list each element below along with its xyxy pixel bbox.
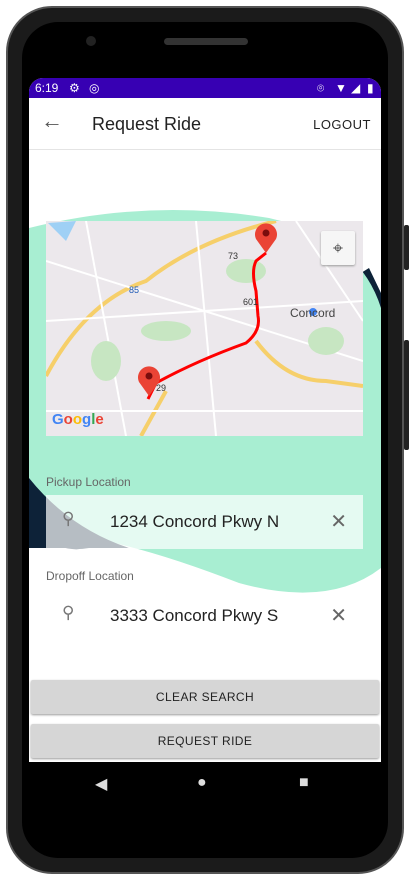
pickup-input[interactable]: ⚲ 1234 Concord Pkwy N ✕: [46, 495, 363, 549]
front-camera: [86, 36, 96, 46]
google-logo: Google: [52, 411, 104, 428]
route-601-label: 601: [243, 297, 258, 307]
system-nav-bar: ◀ ● ■: [29, 762, 381, 806]
request-ride-button[interactable]: REQUEST RIDE: [31, 724, 379, 758]
route-73-label: 73: [228, 251, 238, 261]
search-icon: ⚲: [62, 509, 75, 528]
route-85-label: 85: [129, 285, 139, 295]
clear-search-button[interactable]: CLEAR SEARCH: [31, 680, 379, 714]
map-view[interactable]: Concord 73 85 601 29 ⌖ Google: [46, 221, 363, 436]
screen: 6:19 ⚙ ◎ ⌾ ▼ ◢ ▮ ← Request Ride LOGOUT C…: [29, 78, 381, 762]
home-nav-icon[interactable]: ●: [197, 774, 207, 792]
dropoff-input[interactable]: ⚲ 3333 Concord Pkwy S ✕: [46, 589, 363, 643]
pickup-label: Pickup Location: [46, 475, 131, 489]
my-location-button[interactable]: ⌖: [321, 231, 355, 265]
clear-pickup-icon[interactable]: ✕: [330, 509, 347, 534]
back-nav-icon[interactable]: ◀: [95, 774, 107, 794]
dropoff-label: Dropoff Location: [46, 569, 134, 583]
parks: [91, 259, 344, 381]
city-label: Concord: [290, 306, 335, 320]
clear-dropoff-icon[interactable]: ✕: [330, 603, 347, 628]
recents-nav-icon[interactable]: ■: [299, 774, 309, 792]
map-roads: Concord 73 85 601 29: [46, 221, 363, 436]
power-button: [404, 340, 409, 450]
volume-button: [404, 225, 409, 270]
speaker: [164, 38, 248, 45]
dropoff-value: 3333 Concord Pkwy S: [110, 606, 279, 625]
route-29-label: 29: [156, 383, 166, 393]
search-icon: ⚲: [62, 603, 75, 622]
pickup-value: 1234 Concord Pkwy N: [110, 512, 280, 531]
dropoff-marker-icon: [255, 223, 277, 253]
